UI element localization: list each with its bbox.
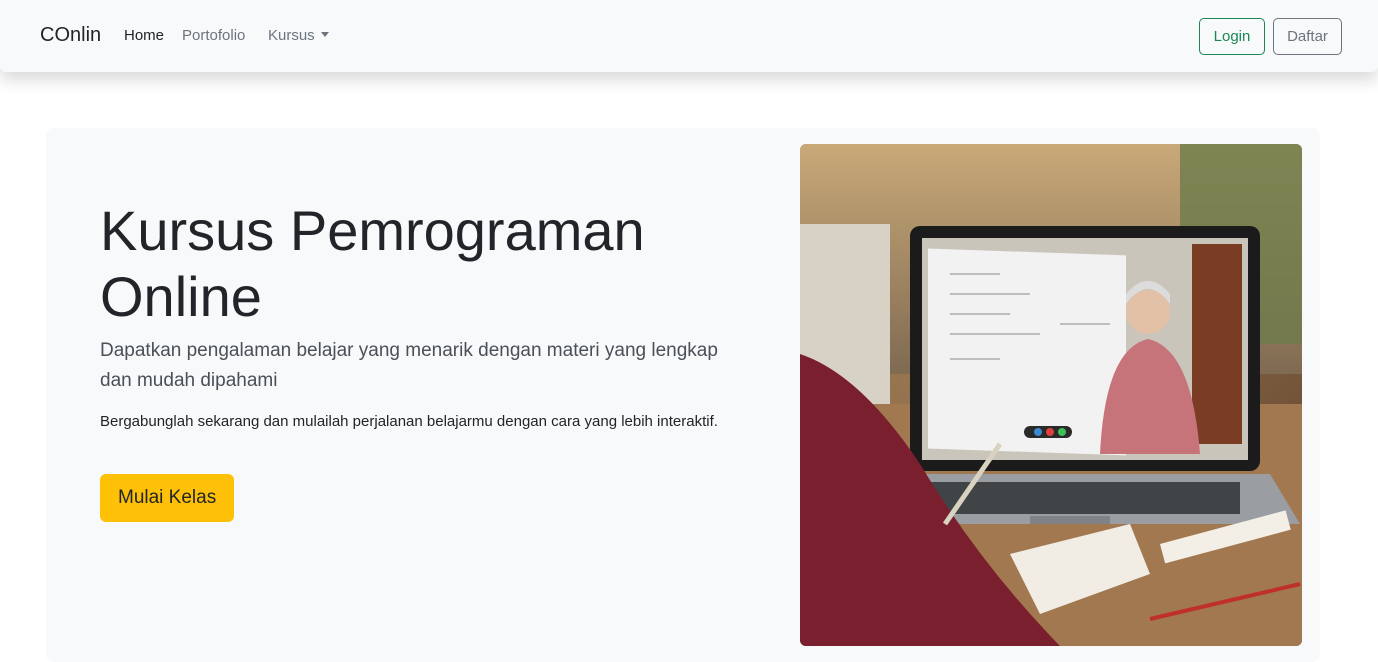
hero-title-line2: Online <box>100 265 262 328</box>
register-button[interactable]: Daftar <box>1273 18 1342 55</box>
caret-down-icon <box>320 32 329 37</box>
nav-kursus-label: Kursus <box>268 27 315 44</box>
brand-logo[interactable]: COnlin <box>40 24 101 47</box>
nav-portfolio[interactable]: Portofolio <box>182 27 245 44</box>
login-button[interactable]: Login <box>1199 18 1265 55</box>
hero-title-line1: Kursus Pemrograman <box>100 199 645 262</box>
hero-description: Bergabunglah sekarang dan mulailah perja… <box>100 413 718 430</box>
hero-lead: Dapatkan pengalaman belajar yang menarik… <box>100 340 718 391</box>
navbar: COnlin Home Portofolio Kursus Login Daft… <box>0 0 1378 72</box>
nav-kursus-dropdown[interactable]: Kursus <box>268 27 329 44</box>
online-class-photo <box>800 144 1302 646</box>
hero-title: Kursus Pemrograman Online <box>100 198 740 330</box>
start-class-button[interactable]: Mulai Kelas <box>100 474 235 522</box>
hero-section: Kursus Pemrograman Online Dapatkan penga… <box>46 128 1320 662</box>
nav-home[interactable]: Home <box>124 27 164 44</box>
